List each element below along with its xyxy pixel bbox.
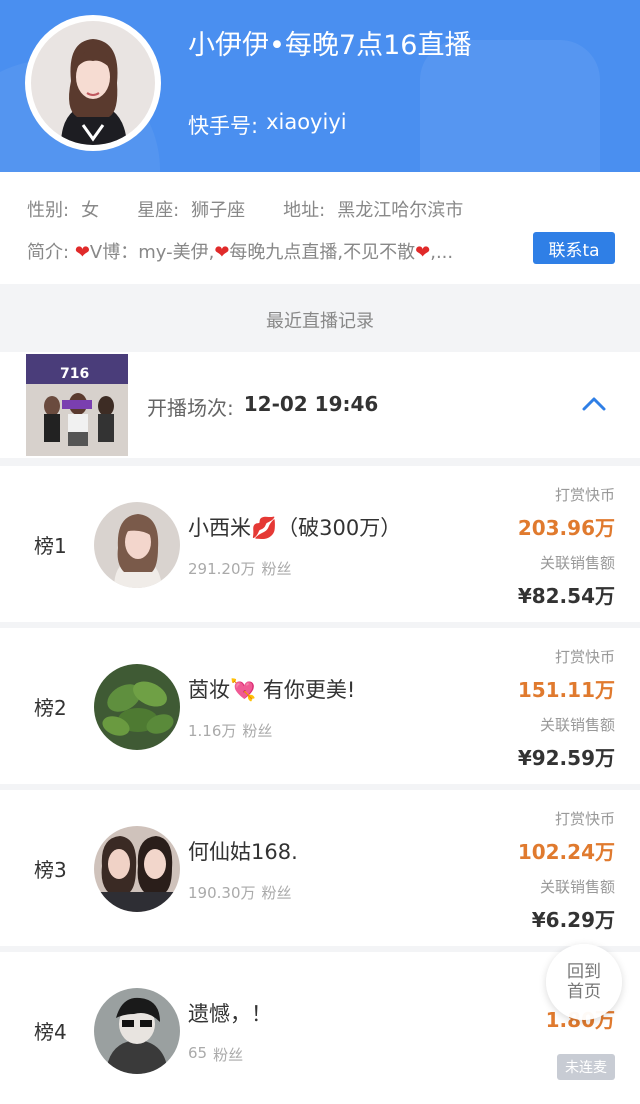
ranking-item[interactable]: 榜4 遗憾，！ 65 粉丝 1.80万 未连麦 (0, 952, 640, 1104)
fan-name: 遗憾，！ (188, 1002, 272, 1026)
fan-count: 291.20万 粉丝 (188, 558, 292, 579)
address-value: 黑龙江哈尔滨市 (337, 200, 464, 221)
gender-value: 女 (81, 200, 100, 221)
gender-info: 性别: 女 (27, 196, 99, 222)
coin-value: 102.24万 (517, 840, 615, 864)
gender-label: 性别: (27, 200, 70, 221)
live-session-time: 12-02 19:46 (243, 392, 379, 416)
profile-header: 小伊伊•每晚7点16直播 快手号: xiaoyiyi (0, 0, 640, 172)
fan-count-value: 1.16万 (188, 722, 237, 740)
zodiac-value: 狮子座 (191, 200, 246, 221)
fan-count-value: 65 (188, 1044, 208, 1062)
home-line-1: 回到 (567, 962, 601, 982)
home-line-2: 首页 (567, 982, 601, 1002)
anchor-id-value: xiaoyiyi (266, 110, 347, 134)
fan-avatar[interactable] (94, 502, 180, 588)
heart-icon: ❤ (214, 242, 230, 263)
bio-part-2: 每晚九点直播,不见不散 (229, 242, 416, 263)
fan-avatar[interactable] (94, 826, 180, 912)
bio-part-1: V博：my-美伊, (89, 242, 215, 263)
fan-count-suffix: 粉丝 (261, 884, 292, 902)
live-session-label: 开播场次: (147, 396, 234, 420)
coin-value: 203.96万 (517, 516, 615, 540)
live-session: 开播场次: 12-02 19:46 (147, 392, 378, 421)
fan-avatar[interactable] (94, 988, 180, 1074)
fan-count-value: 190.30万 (188, 884, 256, 902)
fan-count: 1.16万 粉丝 (188, 720, 272, 741)
rank-number: 榜2 (34, 696, 67, 720)
bio-row: 简介: ❤V博：my-美伊,❤每晚九点直播,不见不散❤,... (27, 238, 537, 264)
anchor-avatar-frame (25, 15, 161, 151)
rank-number: 榜3 (34, 858, 67, 882)
fan-count-value: 291.20万 (188, 560, 256, 578)
ranking-item[interactable]: 榜2 茵妆💘 有你更美! 1.16万 粉丝 打赏快币 151.11万 关联销售额… (0, 628, 640, 784)
fan-avatar[interactable] (94, 664, 180, 750)
fan-count-suffix: 粉丝 (261, 560, 292, 578)
sales-label: 关联销售额 (539, 554, 615, 572)
coin-value: 151.11万 (517, 678, 615, 702)
chevron-up-icon[interactable] (580, 390, 608, 418)
ranking-item[interactable]: 榜1 小西米💋（破300万） 291.20万 粉丝 打赏快币 203.96万 关… (0, 466, 640, 622)
profile-info: 性别: 女 星座: 狮子座 地址: 黑龙江哈尔滨市 简介: ❤V博：my-美伊,… (0, 172, 640, 284)
fan-name: 小西米💋（破300万） (188, 516, 402, 540)
sales-value: ¥6.29万 (531, 908, 615, 932)
coin-label: 打赏快币 (554, 810, 615, 828)
coin-label: 打赏快币 (554, 648, 615, 666)
contact-button[interactable]: 联系ta (533, 232, 615, 264)
anchor-avatar[interactable] (31, 21, 155, 145)
sales-value: ¥82.54万 (517, 584, 615, 608)
bio-label: 简介: (27, 242, 70, 263)
sales-label: 关联销售额 (539, 716, 615, 734)
rank-number: 榜1 (34, 534, 67, 558)
heart-icon: ❤ (74, 242, 90, 263)
fan-name: 何仙姑168. (188, 840, 298, 864)
anchor-id-label: 快手号: (188, 114, 259, 138)
fan-count: 190.30万 粉丝 (188, 882, 292, 903)
sales-value: ¥92.59万 (517, 746, 615, 770)
live-thumbnail[interactable]: 716 (26, 354, 128, 456)
ranking-item[interactable]: 榜3 何仙姑168. 190.30万 粉丝 打赏快币 102.24万 关联销售额… (0, 790, 640, 946)
fan-count-suffix: 粉丝 (213, 1046, 244, 1064)
zodiac-info: 星座: 狮子座 (137, 196, 245, 222)
back-to-home-button[interactable]: 回到 首页 (546, 944, 622, 1020)
address-info: 地址: 黑龙江哈尔滨市 (283, 196, 463, 222)
anchor-name: 小伊伊•每晚7点16直播 (188, 30, 472, 61)
bio-ellipsis: ,... (430, 242, 454, 263)
profile-attributes: 性别: 女 星座: 狮子座 地址: 黑龙江哈尔滨市 (27, 196, 501, 222)
coin-label: 打赏快币 (554, 486, 615, 504)
fan-count-suffix: 粉丝 (242, 722, 273, 740)
status-badge: 未连麦 (557, 1054, 615, 1080)
section-title: 最近直播记录 (266, 311, 374, 332)
fan-count: 65 粉丝 (188, 1044, 243, 1065)
bio-text: 简介: ❤V博：my-美伊,❤每晚九点直播,不见不散❤,... (27, 238, 527, 264)
sales-label: 关联销售额 (539, 878, 615, 896)
heart-icon: ❤ (415, 242, 431, 263)
address-label: 地址: (283, 200, 326, 221)
thumb-number: 716 (60, 366, 89, 382)
anchor-id: 快手号: xiaoyiyi (188, 110, 347, 140)
fan-name: 茵妆💘 有你更美! (188, 678, 356, 702)
rank-number: 榜4 (34, 1020, 67, 1044)
live-record-row[interactable]: 716 开播场次: 12-02 19:46 (0, 352, 640, 458)
zodiac-label: 星座: (137, 200, 180, 221)
